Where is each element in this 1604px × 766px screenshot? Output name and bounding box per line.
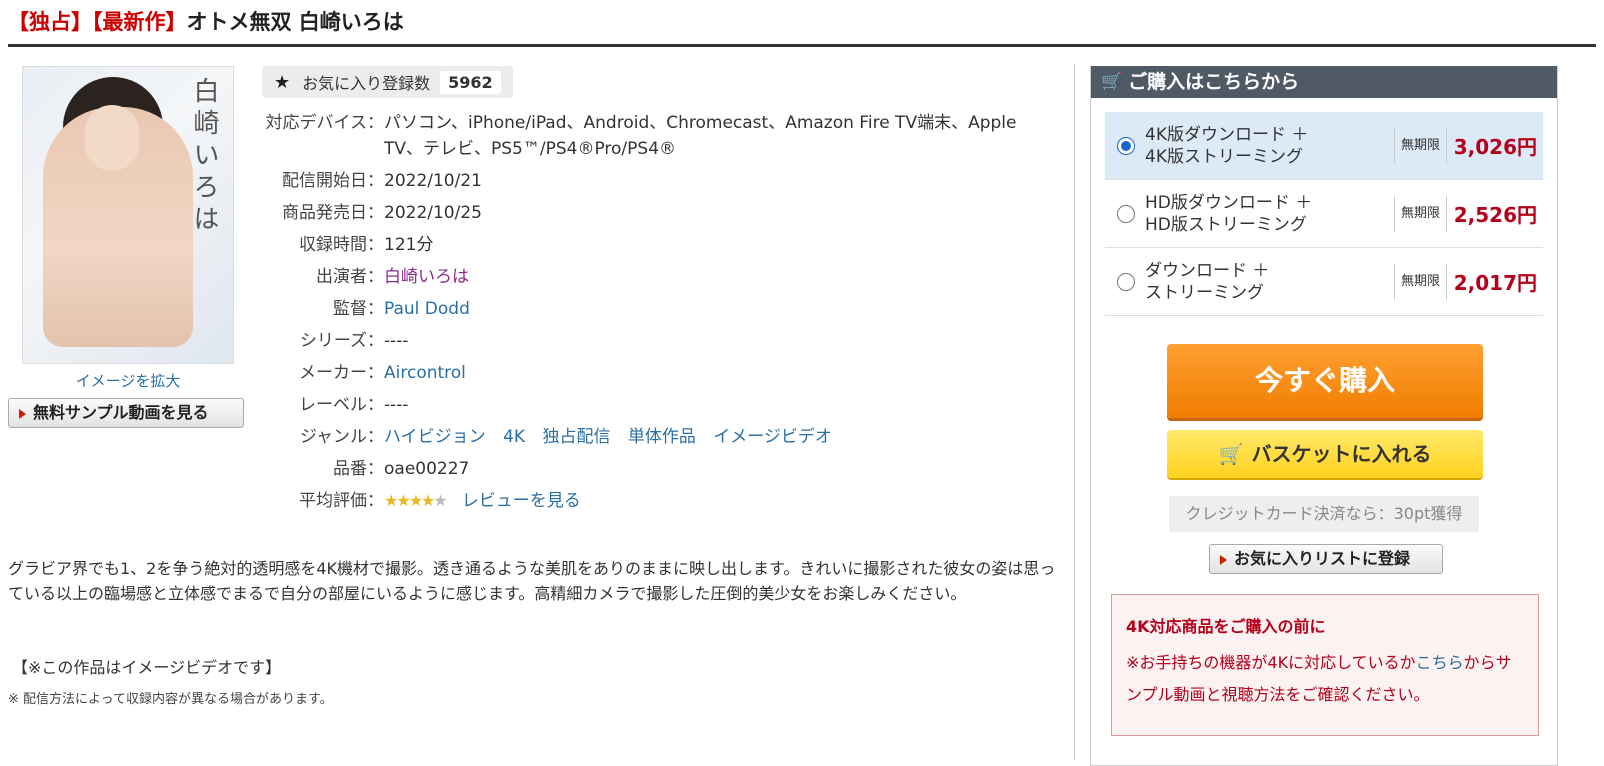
radio-4k[interactable] <box>1117 136 1135 155</box>
spec-label: 対応デバイス： <box>265 113 385 133</box>
free-sample-button[interactable]: 無料サンプル動画を見る <box>8 398 244 428</box>
free-sample-label: 無料サンプル動画を見る <box>33 403 209 422</box>
director-link[interactable]: Paul Dodd <box>384 299 470 319</box>
enlarge-image-link[interactable]: イメージを拡大 <box>22 370 234 391</box>
spec-row-release: 商品発売日： 2022/10/25 <box>262 200 1052 226</box>
add-favorite-list-button[interactable]: お気に入りリストに登録 <box>1209 544 1443 574</box>
spec-row-start: 配信開始日： 2022/10/21 <box>262 168 1052 194</box>
spec-label: メーカー： <box>299 363 384 383</box>
title-tag-exclusive: 【独占】 <box>8 10 92 34</box>
option-line2: 4K版ストリーミング <box>1145 146 1303 167</box>
image-video-note: 【※この作品はイメージビデオです】 <box>12 658 282 677</box>
option-hd[interactable]: HD版ダウンロード ＋ HD版ストリーミング 無期限 2,526円 <box>1105 180 1543 248</box>
cover-face <box>85 105 139 171</box>
purchase-options: 4K版ダウンロード ＋ 4K版ストリーミング 無期限 3,026円 HD版ダウンロ… <box>1105 112 1543 316</box>
radio-hd[interactable] <box>1117 204 1135 223</box>
spec-row-genre: ジャンル： ハイビジョン 4K 独占配信 単体作品 イメージビデオ <box>262 424 1052 450</box>
cart-icon: 🛒 <box>1101 72 1123 92</box>
spec-row-series: シリーズ： ---- <box>262 328 1052 354</box>
spec-label: 収録時間： <box>299 235 384 255</box>
cover-image[interactable]: 白崎いろは <box>22 66 234 364</box>
title-tag-newest: 【最新作】 <box>92 10 187 34</box>
option-term: 無期限 <box>1393 127 1447 164</box>
option-standard[interactable]: ダウンロード ＋ストリーミング 無期限 2,017円 <box>1105 248 1543 316</box>
spec-label: 商品発売日： <box>282 203 384 223</box>
option-term: 無期限 <box>1393 263 1447 300</box>
rating-stars: ★★★★★ <box>384 491 448 510</box>
page-title: 【独占】【最新作】オトメ無双 白崎いろは <box>8 6 1596 38</box>
option-price: 2,017円 <box>1453 271 1537 295</box>
4k-warning-box: 4K対応商品をご購入の前に ※お手持ちの機器が4Kに対応しているかこちらからサン… <box>1111 594 1539 736</box>
warning-text-before: ※お手持ちの機器が4Kに対応しているか <box>1126 653 1416 672</box>
buy-now-button[interactable]: 今すぐ購入 <box>1167 344 1483 418</box>
option-line1: ダウンロード ＋ <box>1145 260 1270 281</box>
spec-row-director: 監督： Paul Dodd <box>262 296 1052 322</box>
option-line2: HD版ストリーミング <box>1145 214 1307 235</box>
option-line2: ストリーミング <box>1145 282 1264 303</box>
purchase-panel: 🛒 ご購入はこちらから 4K版ダウンロード ＋ 4K版ストリーミング 無期限 3,… <box>1090 66 1558 766</box>
purchase-heading: ご購入はこちらから <box>1128 71 1300 93</box>
title-main: オトメ無双 白崎いろは <box>186 10 404 34</box>
column-divider <box>1074 64 1075 760</box>
spec-row-label: レーベル： ---- <box>262 392 1052 418</box>
option-line1: HD版ダウンロード ＋ <box>1145 192 1313 213</box>
delivery-note: ※ 配信方法によって収録内容が異なる場合があります。 <box>8 692 333 707</box>
spec-value: 2022/10/25 <box>384 203 482 223</box>
favorite-list-label: お気に入りリストに登録 <box>1234 549 1411 568</box>
maker-link[interactable]: Aircontrol <box>384 363 466 383</box>
favorite-count-label: お気に入り登録数 <box>302 74 431 93</box>
spec-value: 121分 <box>384 235 434 255</box>
basket-label: バスケットに入れる <box>1251 442 1432 466</box>
play-triangle-icon <box>19 409 26 419</box>
spec-value: 2022/10/21 <box>384 171 482 191</box>
spec-value: ---- <box>384 331 409 351</box>
option-price: 2,526円 <box>1453 203 1537 227</box>
genre-link[interactable]: イメージビデオ <box>713 427 832 447</box>
radio-standard[interactable] <box>1117 272 1135 291</box>
genre-link[interactable]: 4K <box>503 427 525 447</box>
spec-row-cast: 出演者： 白崎いろは <box>262 264 1052 290</box>
purchase-header: 🛒 ご購入はこちらから <box>1091 66 1557 98</box>
warning-link[interactable]: こちら <box>1416 653 1464 672</box>
option-4k[interactable]: 4K版ダウンロード ＋ 4K版ストリーミング 無期限 3,026円 <box>1105 112 1543 180</box>
add-to-basket-button[interactable]: 🛒 バスケットに入れる <box>1167 430 1483 478</box>
spec-table: 対応デバイス： パソコン、iPhone/iPad、Android、Chromec… <box>262 110 1052 520</box>
review-link[interactable]: レビューを見る <box>462 491 581 511</box>
spec-row-code: 品番： oae00227 <box>262 456 1052 482</box>
option-line1: 4K版ダウンロード ＋ <box>1145 124 1309 145</box>
spec-label: 平均評価： <box>299 491 384 511</box>
spec-row-device: 対応デバイス： パソコン、iPhone/iPad、Android、Chromec… <box>262 110 1052 162</box>
cast-link[interactable]: 白崎いろは <box>384 267 469 287</box>
description: グラビア界でも1、2を争う絶対的透明感を4K機材で撮影。透き通るような美肌をあり… <box>8 559 1056 603</box>
genre-link[interactable]: ハイビジョン <box>384 427 486 447</box>
warning-body: ※お手持ちの機器が4Kに対応しているかこちらからサンプル動画と視聴方法をご確認く… <box>1126 647 1524 711</box>
credit-points-note: クレジットカード決済なら：30pt獲得 <box>1169 496 1479 532</box>
warning-title: 4K対応商品をご購入の前に <box>1126 617 1326 636</box>
spec-value: oae00227 <box>384 459 470 479</box>
spec-label: 品番： <box>333 459 384 479</box>
cover-vertical-title: 白崎いろは <box>189 77 219 237</box>
favorite-count-badge: ★ お気に入り登録数 5962 <box>262 66 513 98</box>
spec-value: ---- <box>384 395 409 415</box>
genre-link[interactable]: 独占配信 <box>542 427 610 447</box>
spec-label: ジャンル： <box>299 427 384 447</box>
star-icon: ★ <box>274 71 291 93</box>
spec-row-rating: 平均評価： ★★★★★ レビューを見る <box>262 488 1052 514</box>
spec-value: パソコン、iPhone/iPad、Android、Chromecast、Amaz… <box>384 113 1017 159</box>
spec-row-duration: 収録時間： 121分 <box>262 232 1052 258</box>
title-bar: 【独占】【最新作】オトメ無双 白崎いろは <box>8 6 1596 47</box>
spec-label: 出演者： <box>316 267 384 287</box>
option-term: 無期限 <box>1393 195 1447 232</box>
spec-label: 配信開始日： <box>282 171 384 191</box>
favorite-count-value: 5962 <box>440 70 501 94</box>
spec-row-maker: メーカー： Aircontrol <box>262 360 1052 386</box>
spec-label: 監督： <box>333 299 384 319</box>
option-price: 3,026円 <box>1453 135 1537 159</box>
genre-link[interactable]: 単体作品 <box>628 427 696 447</box>
spec-label: レーベル： <box>299 395 384 415</box>
spec-label: シリーズ： <box>299 331 384 351</box>
triangle-icon <box>1220 555 1227 565</box>
cart-icon: 🛒 <box>1218 442 1244 466</box>
